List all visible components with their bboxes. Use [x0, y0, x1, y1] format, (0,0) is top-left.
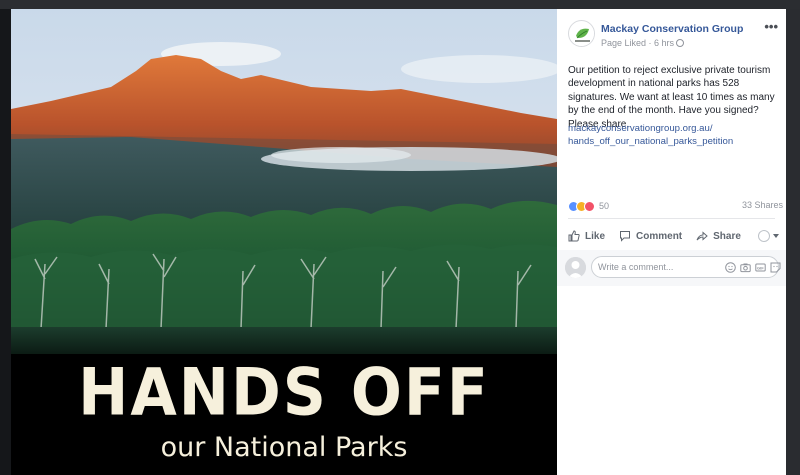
background-window-strip: [0, 0, 800, 9]
comment-placeholder: Write a comment...: [598, 262, 674, 272]
comment-icon: [620, 231, 631, 242]
globe-icon: [676, 39, 685, 47]
post-photo[interactable]: HANDS OFF our National Parks: [11, 9, 557, 475]
background-right-edge: [786, 9, 800, 475]
like-button[interactable]: Like: [568, 230, 605, 242]
svg-text:GIF: GIF: [757, 265, 764, 270]
image-subheadline: our National Parks: [160, 432, 408, 463]
page-avatar[interactable]: [568, 20, 595, 47]
post-header: Mackay Conservation Group Page Liked · 6…: [557, 9, 786, 57]
share-label: Share: [713, 230, 741, 242]
comment-composer: Write a comment... GIF: [557, 250, 786, 286]
thumbs-up-icon: [568, 230, 580, 242]
profile-avatar-icon: [758, 230, 770, 242]
camera-icon[interactable]: [739, 261, 751, 273]
post-link[interactable]: mackayconservationgroup.org.au/ hands_of…: [568, 122, 783, 148]
more-options-button[interactable]: •••: [764, 19, 778, 34]
page-liked-status[interactable]: Page Liked: [601, 38, 646, 48]
caret-down-icon: [773, 234, 779, 238]
reactions-count[interactable]: 50: [599, 201, 609, 211]
post-time[interactable]: 6 hrs: [654, 38, 674, 48]
post-link-line-2[interactable]: hands_off_our_national_parks_petition: [568, 135, 783, 148]
post-link-line-1[interactable]: mackayconservationgroup.org.au/: [568, 122, 783, 135]
gif-icon[interactable]: GIF: [754, 261, 766, 273]
post-as-selector[interactable]: [758, 230, 779, 242]
post-details-panel: Mackay Conservation Group Page Liked · 6…: [557, 9, 786, 475]
mackay-logo-icon: [570, 22, 594, 46]
image-headline: HANDS OFF: [78, 355, 490, 431]
sticker-icon[interactable]: [769, 261, 781, 273]
background-left-edge: [0, 9, 11, 475]
divider: [568, 218, 775, 219]
emoji-icon[interactable]: [724, 261, 736, 273]
comment-input[interactable]: Write a comment... GIF: [591, 256, 781, 278]
comment-label: Comment: [636, 230, 683, 242]
reactions-summary[interactable]: 50: [568, 199, 609, 213]
share-button[interactable]: Share: [696, 230, 741, 242]
share-icon: [696, 231, 708, 241]
post-meta: Page Liked · 6 hrs: [601, 38, 685, 48]
commenter-avatar: [565, 257, 586, 278]
love-reaction-icon: [584, 200, 595, 212]
like-label: Like: [585, 230, 606, 242]
user-silhouette-icon: [565, 257, 586, 278]
meta-separator: ·: [646, 38, 655, 48]
page-name-link[interactable]: Mackay Conservation Group: [601, 23, 743, 35]
post-body: Our petition to reject exclusive private…: [568, 65, 775, 130]
comment-button[interactable]: Comment: [619, 230, 682, 242]
post-actions: Like Comment Share: [568, 222, 783, 250]
shares-count[interactable]: 33 Shares: [742, 200, 783, 210]
